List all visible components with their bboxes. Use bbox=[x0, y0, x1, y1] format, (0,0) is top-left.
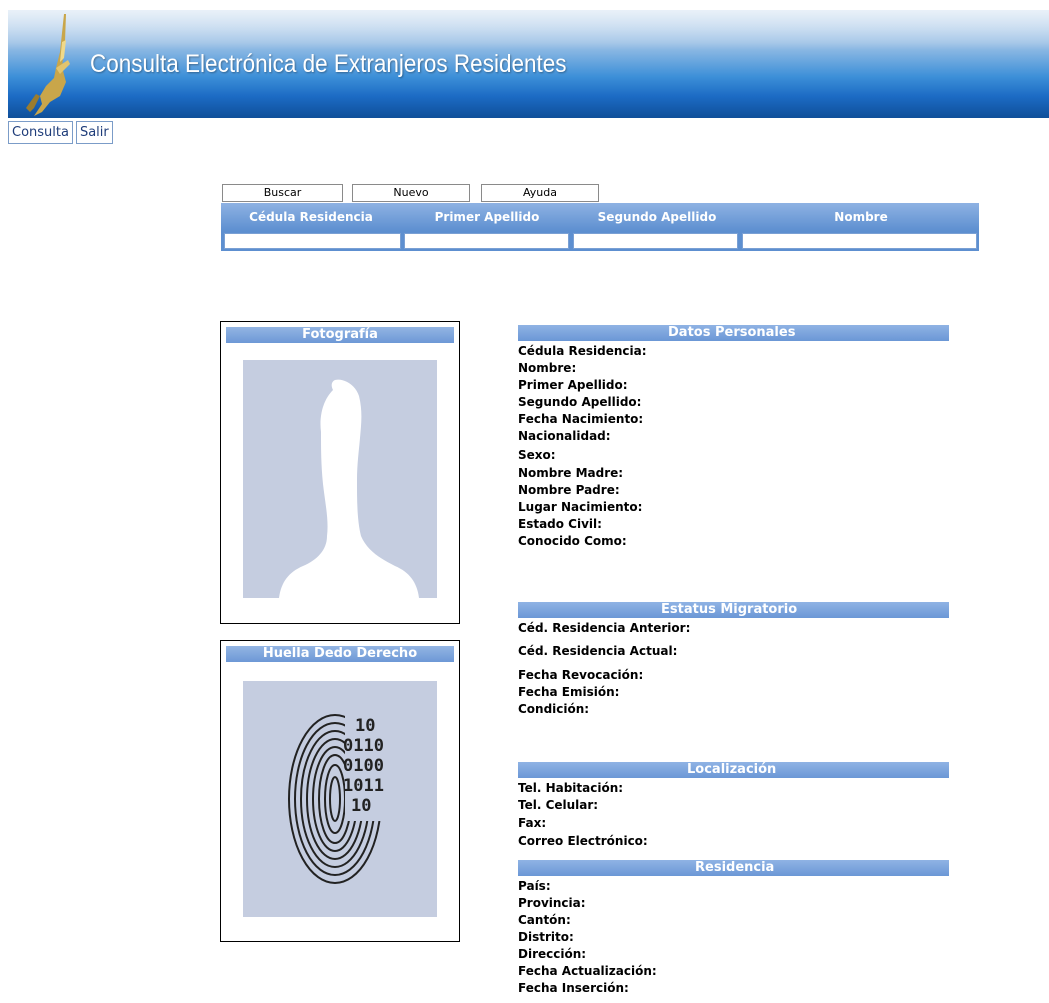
field-canton: Cantón: bbox=[518, 913, 571, 927]
field-fecha-actualizacion: Fecha Actualización: bbox=[518, 964, 657, 978]
col-primer-apellido: Primer Apellido bbox=[434, 210, 540, 224]
section-datos-personales-title: Datos Personales bbox=[668, 325, 796, 340]
col-nombre: Nombre bbox=[834, 210, 888, 224]
photo-panel-title: Fotografía bbox=[226, 327, 454, 343]
field-provincia: Provincia: bbox=[518, 896, 586, 910]
field-fecha-nacimiento: Fecha Nacimiento: bbox=[518, 412, 644, 426]
field-ced-residencia-anterior: Céd. Residencia Anterior: bbox=[518, 621, 691, 635]
fingerprint-icon: 10 0110 0100 1011 10 bbox=[288, 711, 389, 884]
section-localizacion-title: Localización bbox=[687, 762, 777, 777]
buscar-button[interactable]: Buscar bbox=[222, 184, 343, 202]
logo-statue-icon bbox=[26, 14, 70, 116]
search-table: Cédula Residencia Primer Apellido Segund… bbox=[221, 203, 979, 251]
field-sexo: Sexo: bbox=[518, 448, 556, 462]
field-fecha-revocacion: Fecha Revocación: bbox=[518, 668, 644, 682]
nombre-input[interactable] bbox=[742, 233, 977, 249]
section-localizacion: Localización bbox=[518, 762, 949, 778]
field-lugar-nacimiento: Lugar Nacimiento: bbox=[518, 500, 643, 514]
photo-placeholder bbox=[243, 360, 437, 598]
ayuda-button[interactable]: Ayuda bbox=[481, 184, 599, 202]
field-fecha-emision: Fecha Emisión: bbox=[518, 685, 620, 699]
col-cedula-residencia: Cédula Residencia bbox=[249, 210, 373, 224]
field-condicion: Condición: bbox=[518, 702, 590, 716]
section-residencia: Residencia bbox=[518, 860, 949, 876]
field-nombre: Nombre: bbox=[518, 361, 577, 375]
field-nombre-madre: Nombre Madre: bbox=[518, 466, 624, 480]
section-residencia-title: Residencia bbox=[695, 860, 775, 875]
top-nav: Consulta Salir bbox=[8, 121, 116, 144]
field-fecha-insercion: Fecha Inserción: bbox=[518, 981, 629, 995]
fingerprint-panel-title: Huella Dedo Derecho bbox=[226, 646, 454, 662]
cedula-residencia-input[interactable] bbox=[224, 233, 401, 249]
field-ced-residencia-actual: Céd. Residencia Actual: bbox=[518, 644, 678, 658]
field-distrito: Distrito: bbox=[518, 930, 574, 944]
header-banner: Consulta Electrónica de Extranjeros Resi… bbox=[8, 10, 1049, 118]
field-tel-habitacion: Tel. Habitación: bbox=[518, 781, 624, 795]
field-primer-apellido: Primer Apellido: bbox=[518, 378, 628, 392]
field-nacionalidad: Nacionalidad: bbox=[518, 429, 611, 443]
fp-digit-4: 1011 bbox=[343, 776, 384, 796]
field-conocido-como: Conocido Como: bbox=[518, 534, 627, 548]
section-estatus-migratorio-title: Estatus Migratorio bbox=[661, 602, 798, 617]
field-direccion: Dirección: bbox=[518, 947, 587, 961]
field-cedula-residencia: Cédula Residencia: bbox=[518, 344, 647, 358]
field-estado-civil: Estado Civil: bbox=[518, 517, 602, 531]
section-estatus-migratorio: Estatus Migratorio bbox=[518, 602, 949, 618]
fp-digit-3: 0100 bbox=[343, 756, 384, 776]
nuevo-button[interactable]: Nuevo bbox=[352, 184, 470, 202]
nav-consulta-button[interactable]: Consulta bbox=[8, 121, 73, 144]
fp-digit-5: 10 bbox=[351, 796, 371, 816]
search-table-header: Cédula Residencia Primer Apellido Segund… bbox=[221, 203, 979, 231]
field-nombre-padre: Nombre Padre: bbox=[518, 483, 620, 497]
field-segundo-apellido: Segundo Apellido: bbox=[518, 395, 642, 409]
banner-sheen bbox=[8, 10, 1049, 50]
fp-digit-1: 10 bbox=[355, 716, 375, 736]
field-pais: País: bbox=[518, 879, 551, 893]
photo-panel: Fotografía bbox=[220, 321, 460, 624]
fp-digit-2: 0110 bbox=[343, 736, 384, 756]
person-silhouette-icon bbox=[279, 379, 419, 598]
field-tel-celular: Tel. Celular: bbox=[518, 798, 599, 812]
fingerprint-panel: Huella Dedo Derecho 10 0110 0100 1011 10 bbox=[220, 640, 460, 942]
primer-apellido-input[interactable] bbox=[404, 233, 569, 249]
fingerprint-image: 10 0110 0100 1011 10 bbox=[243, 681, 437, 917]
field-correo-electronico: Correo Electrónico: bbox=[518, 834, 648, 848]
field-fax: Fax: bbox=[518, 816, 547, 830]
app-title: Consulta Electrónica de Extranjeros Resi… bbox=[90, 50, 567, 78]
segundo-apellido-input[interactable] bbox=[573, 233, 738, 249]
section-datos-personales: Datos Personales bbox=[518, 325, 949, 341]
col-segundo-apellido: Segundo Apellido bbox=[597, 210, 717, 224]
nav-salir-button[interactable]: Salir bbox=[75, 121, 113, 144]
